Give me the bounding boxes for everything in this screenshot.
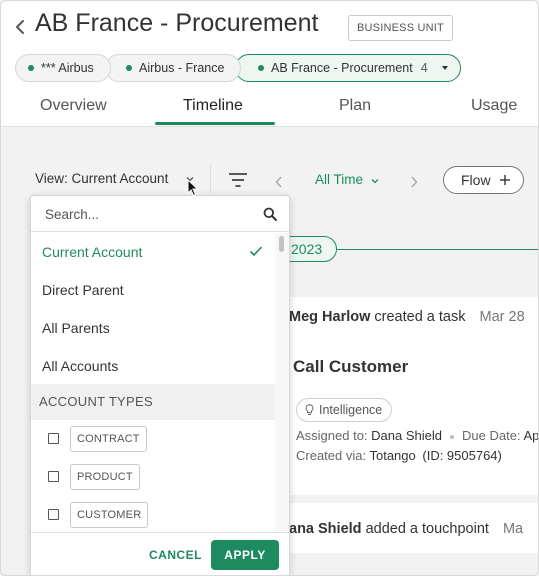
task-assignment: Assigned to: Dana Shield Due Date: Ap <box>296 428 539 443</box>
tag-label: Intelligence <box>319 403 383 417</box>
task-title[interactable]: Call Customer <box>293 357 408 377</box>
search-input[interactable] <box>45 204 255 224</box>
breadcrumb-root[interactable]: *** Airbus <box>15 54 111 82</box>
view-selector[interactable]: View: Current Account <box>35 171 168 186</box>
view-dropdown: Current Account Direct Parent All Parent… <box>30 195 290 575</box>
child-count: 4 <box>420 61 428 75</box>
tab-overview[interactable]: Overview <box>40 97 107 115</box>
cancel-button[interactable]: CANCEL <box>149 548 202 562</box>
activity-tag[interactable]: Intelligence <box>296 398 393 422</box>
activity-card[interactable]: Meg Harlow created a task Mar 28 Call Cu… <box>277 297 539 495</box>
dropdown-list: Current Account Direct Parent All Parent… <box>31 233 275 533</box>
scrollbar-track[interactable] <box>275 233 289 533</box>
due-date: Ap <box>523 428 539 443</box>
activity-action: created a task <box>374 309 466 325</box>
activity-date: Ma <box>502 521 524 537</box>
created-via-label: Created via: <box>296 448 367 463</box>
separator-dot <box>450 434 454 439</box>
activity-card[interactable]: ana Shield added a touchpoint Ma <box>277 503 538 553</box>
dropdown-search <box>31 196 289 232</box>
section-header-account-types: ACCOUNT TYPES <box>31 384 275 420</box>
option-direct-parent[interactable]: Direct Parent <box>31 271 275 309</box>
option-all-accounts[interactable]: All Accounts <box>31 347 275 385</box>
active-tab-indicator <box>155 122 275 125</box>
chevron-left-icon[interactable] <box>274 175 284 189</box>
chevron-right-icon[interactable] <box>409 175 419 189</box>
checkbox[interactable] <box>48 471 59 482</box>
assignee[interactable]: Dana Shield <box>371 428 442 443</box>
business-unit-badge: BUSINESS UNIT <box>348 15 453 41</box>
account-type-customer[interactable]: CUSTOMER <box>31 497 275 535</box>
task-source: Created via: Totango (ID: 9505764) <box>296 448 502 463</box>
activity-actor[interactable]: ana Shield <box>289 521 362 537</box>
chevron-down-icon[interactable] <box>371 177 379 185</box>
due-date-label: Due Date: <box>462 428 521 443</box>
account-header: AB France - Procurement BUSINESS UNIT AB… <box>1 1 538 127</box>
option-all-parents[interactable]: All Parents <box>31 309 275 347</box>
checkbox[interactable] <box>48 433 59 444</box>
account-type-contract[interactable]: CONTRACT <box>31 421 275 459</box>
type-badge: CONTRACT <box>70 426 147 452</box>
toolbar-divider <box>210 165 211 193</box>
breadcrumb-label: *** Airbus <box>41 61 94 75</box>
status-dot-icon <box>258 64 264 71</box>
breadcrumb-label: AB France - Procurement <box>271 61 413 75</box>
activity-header: ana Shield added a touchpoint Ma <box>289 521 523 537</box>
apply-button[interactable]: APPLY <box>211 540 279 570</box>
checkbox[interactable] <box>48 509 59 520</box>
tab-plan[interactable]: Plan <box>339 97 371 115</box>
filter-icon[interactable] <box>228 172 248 188</box>
flow-button-label: Flow <box>461 172 491 188</box>
tab-timeline[interactable]: Timeline <box>183 97 243 115</box>
tab-usage[interactable]: Usage <box>471 97 517 115</box>
activity-action: added a touchpoint <box>365 521 489 537</box>
mouse-cursor-icon <box>187 179 199 197</box>
account-type-product[interactable]: PRODUCT <box>31 459 275 497</box>
created-id: (ID: 9505764) <box>422 448 502 463</box>
breadcrumb-current[interactable]: AB France - Procurement 4 <box>235 54 461 82</box>
time-range-selector[interactable]: All Time <box>315 172 363 187</box>
type-badge: PRODUCT <box>70 464 140 490</box>
status-dot-icon <box>126 64 132 71</box>
scrollbar-thumb[interactable] <box>279 236 284 252</box>
status-dot-icon <box>28 64 34 71</box>
option-current-account[interactable]: Current Account <box>31 233 275 271</box>
option-label: Current Account <box>42 244 143 260</box>
assigned-label: Assigned to: <box>296 428 368 443</box>
flow-button[interactable]: Flow <box>443 166 524 194</box>
tab-bar: Overview Timeline Plan Usage <box>1 97 538 127</box>
timeline-line <box>337 249 538 250</box>
checkmark-icon <box>249 246 263 257</box>
breadcrumb-label: Airbus - France <box>139 61 225 75</box>
type-badge: CUSTOMER <box>70 502 149 528</box>
app-frame: AB France - Procurement BUSINESS UNIT AB… <box>0 0 539 576</box>
activity-header: Meg Harlow created a task Mar 28 <box>289 309 525 325</box>
breadcrumb-parent[interactable]: Airbus - France <box>105 54 241 82</box>
activity-date: Mar 28 <box>479 309 525 325</box>
page-title: AB France - Procurement <box>35 9 319 37</box>
plus-icon <box>500 175 510 185</box>
lightbulb-icon <box>305 404 314 415</box>
search-icon[interactable] <box>263 207 277 221</box>
caret-down-icon[interactable] <box>442 66 448 70</box>
dropdown-footer: CANCEL APPLY <box>31 532 289 575</box>
created-via: Totango <box>369 448 416 463</box>
back-chevron-icon[interactable] <box>13 18 27 36</box>
activity-actor[interactable]: Meg Harlow <box>289 309 370 325</box>
